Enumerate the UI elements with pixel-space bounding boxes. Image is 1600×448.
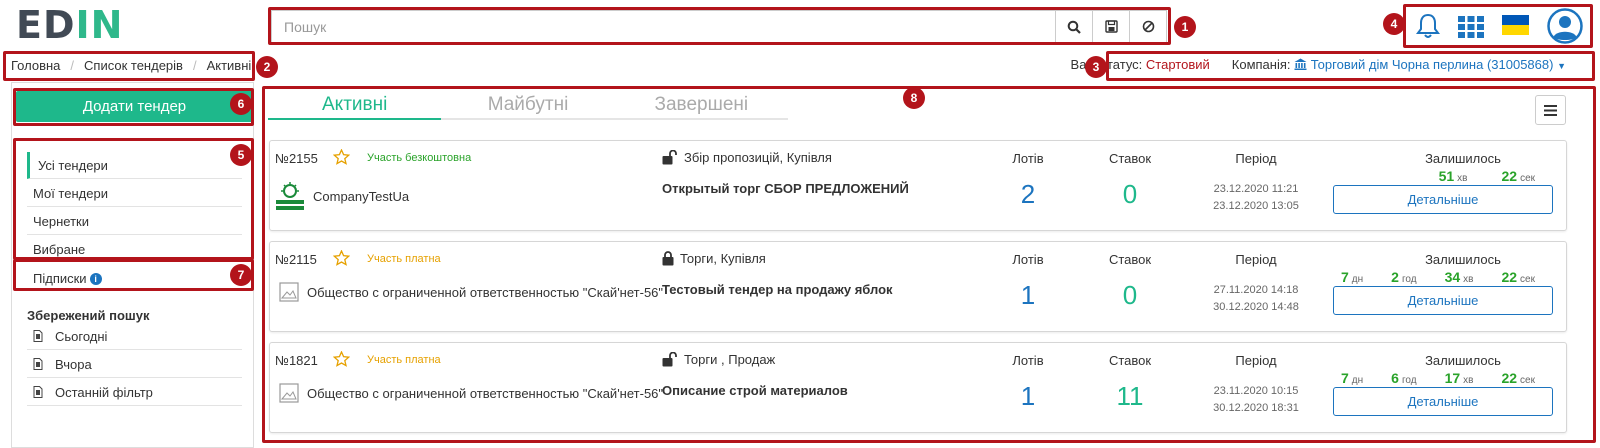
annotation-box-4 — [1403, 4, 1593, 48]
annotation-box-8 — [262, 86, 1596, 443]
saved-search-label: Вчора — [55, 356, 92, 372]
annotation-badge-3: 3 — [1085, 56, 1107, 78]
annotation-badge-7: 7 — [230, 264, 252, 286]
saved-search-last-filter[interactable]: Останній фільтр — [27, 379, 242, 406]
annotation-badge-1: 1 — [1174, 16, 1196, 38]
annotation-box-1 — [268, 7, 1171, 45]
saved-search-title: Збережений пошук — [27, 308, 150, 323]
saved-filter-icon — [33, 358, 43, 370]
annotation-badge-2: 2 — [256, 56, 278, 78]
edin-logo[interactable]: ED IN — [16, 3, 124, 47]
saved-search-today[interactable]: Сьогодні — [27, 323, 242, 350]
annotation-badge-6: 6 — [230, 93, 252, 115]
annotation-box-2 — [3, 51, 255, 81]
saved-search-yesterday[interactable]: Вчора — [27, 351, 242, 378]
annotation-box-5 — [13, 138, 254, 260]
annotation-box-6 — [13, 88, 254, 126]
annotation-box-3 — [1106, 51, 1595, 81]
saved-filter-icon — [33, 330, 43, 342]
annotation-badge-5: 5 — [230, 144, 252, 166]
logo-text-right: IN — [75, 3, 124, 47]
saved-filter-icon — [33, 386, 43, 398]
saved-search-label: Сьогодні — [55, 328, 108, 344]
saved-search-label: Останній фільтр — [55, 384, 153, 400]
annotation-badge-8: 8 — [903, 87, 925, 109]
logo-text-left: ED — [16, 3, 76, 47]
annotation-box-7 — [13, 259, 254, 291]
annotation-badge-4: 4 — [1383, 13, 1405, 35]
